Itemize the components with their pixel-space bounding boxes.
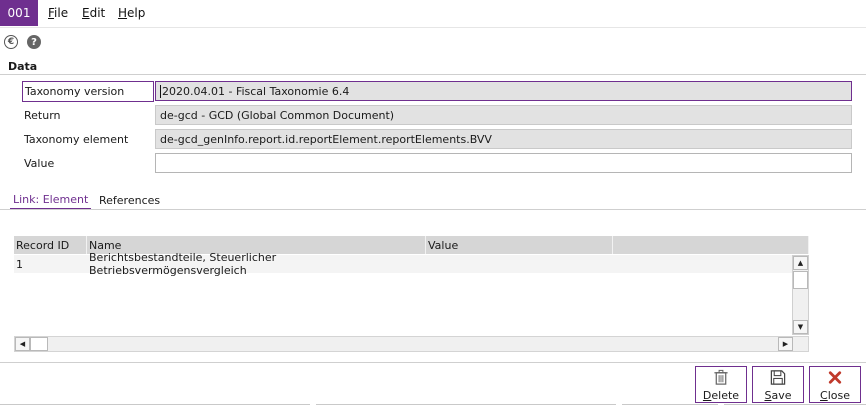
status-bar-segment	[622, 404, 718, 408]
column-header-empty[interactable]	[613, 236, 809, 254]
scroll-down-icon[interactable]: ▼	[793, 320, 808, 334]
floppy-disk-icon	[770, 370, 786, 385]
menu-help[interactable]: Help	[118, 6, 145, 20]
save-label: Save	[764, 389, 792, 402]
cell-name: Berichtsbestandteile, Steuerlicher Betri…	[89, 251, 277, 277]
cell-record-id: 1	[16, 257, 23, 271]
horizontal-scrollbar[interactable]: ◀ ▶	[14, 336, 809, 352]
vertical-scrollbar[interactable]: ▲ ▼	[792, 255, 809, 335]
taxonomy-version-field[interactable]: 2020.04.01 - Fiscal Taxonomie 6.4	[155, 81, 852, 101]
return-label: Return	[24, 109, 61, 122]
value-label: Value	[24, 157, 55, 170]
company-badge[interactable]: 001	[0, 0, 38, 26]
taxonomy-version-label: Taxonomy version	[22, 81, 154, 102]
section-divider	[0, 74, 866, 75]
footer-divider	[0, 362, 866, 363]
trash-icon	[714, 369, 728, 385]
table-row[interactable]: 1 Berichtsbestandteile, Steuerlicher Bet…	[14, 251, 792, 277]
delete-label: Delete	[702, 389, 740, 402]
vertical-scroll-thumb[interactable]	[793, 271, 808, 289]
delete-button[interactable]: Delete	[695, 366, 747, 403]
close-button[interactable]: Close	[809, 366, 861, 403]
close-icon	[828, 371, 842, 384]
column-header-value[interactable]: Value	[426, 236, 613, 254]
value-field[interactable]	[155, 153, 852, 173]
toolbar: € ?	[0, 27, 866, 57]
section-title-data: Data	[8, 60, 38, 73]
horizontal-scroll-thumb[interactable]	[30, 337, 48, 351]
tab-divider	[0, 209, 866, 210]
taxonomy-element-label: Taxonomy element	[24, 133, 129, 146]
scroll-right-icon[interactable]: ▶	[778, 337, 793, 351]
menu-file[interactable]: File	[48, 6, 68, 20]
close-label: Close	[820, 389, 850, 402]
records-grid: Record ID Name Value 1 Berichtsbestandte…	[14, 236, 809, 352]
status-bar-segment	[316, 404, 616, 408]
scroll-left-icon[interactable]: ◀	[15, 337, 30, 351]
help-icon[interactable]: ?	[27, 35, 41, 49]
taxonomy-element-field[interactable]: de-gcd_genInfo.report.id.reportElement.r…	[155, 129, 852, 149]
tab-references[interactable]: References	[96, 190, 163, 210]
tab-link-element[interactable]: Link: Element	[10, 190, 92, 210]
cell-value	[426, 255, 613, 273]
return-field[interactable]: de-gcd - GCD (Global Common Document)	[155, 105, 852, 125]
column-header-record-id[interactable]: Record ID	[14, 236, 87, 254]
euro-icon[interactable]: €	[4, 35, 18, 49]
status-bar-segment	[0, 404, 310, 408]
text-caret	[160, 84, 161, 98]
menu-edit[interactable]: Edit	[82, 6, 105, 20]
menu-bar: 001 File Edit Help	[0, 0, 866, 26]
scroll-up-icon[interactable]: ▲	[793, 256, 808, 270]
status-bar-segment	[724, 404, 866, 408]
save-button[interactable]: Save	[752, 366, 804, 403]
